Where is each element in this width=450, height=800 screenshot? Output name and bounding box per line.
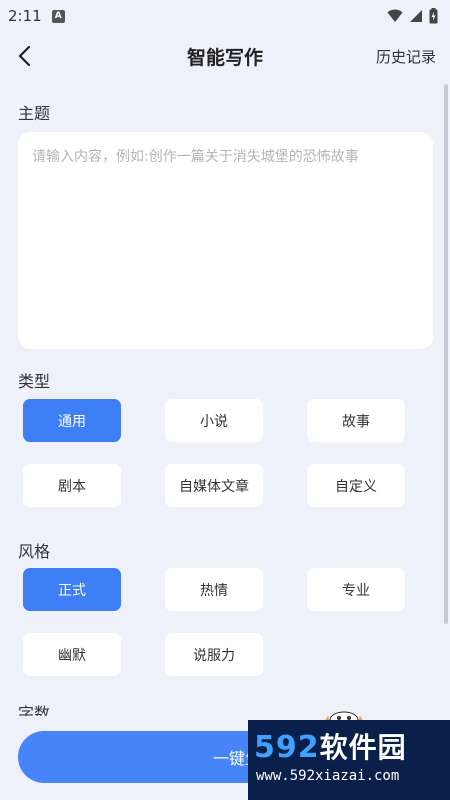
type-option-novel[interactable]: 小说: [165, 399, 263, 442]
style-option-professional[interactable]: 专业: [307, 568, 405, 611]
watermark-text: 软件园: [319, 731, 407, 764]
wifi-icon: [387, 9, 403, 22]
status-time: 2:11: [8, 7, 42, 25]
type-option-custom[interactable]: 自定义: [307, 464, 405, 507]
type-label: 类型: [18, 372, 51, 391]
type-option-general[interactable]: 通用: [23, 399, 121, 442]
page-title: 智能写作: [186, 46, 263, 69]
topic-label: 主题: [18, 104, 51, 123]
watermark-url: www.592xiazai.com: [256, 768, 400, 784]
battery-icon: [429, 8, 438, 24]
type-option-story[interactable]: 故事: [307, 399, 405, 442]
chevron-left-icon: [18, 45, 31, 67]
history-link[interactable]: 历史记录: [376, 46, 436, 67]
style-option-passionate[interactable]: 热情: [165, 568, 263, 611]
signal-icon: [410, 10, 422, 22]
topic-input[interactable]: [18, 132, 433, 349]
watermark-logo: 592软件园 www.592xiazai.com: [248, 720, 450, 800]
word-count-label: 字数: [18, 704, 51, 716]
status-icons: [387, 8, 438, 24]
style-option-persuasive[interactable]: 说服力: [165, 633, 263, 676]
type-option-script[interactable]: 剧本: [23, 464, 121, 507]
style-option-formal[interactable]: 正式: [23, 568, 121, 611]
notification-badge-icon: A: [51, 9, 65, 23]
style-label: 风格: [18, 542, 51, 561]
back-button[interactable]: [10, 42, 38, 70]
style-option-humorous[interactable]: 幽默: [23, 633, 121, 676]
scrollbar[interactable]: [444, 84, 448, 624]
status-bar: 2:11 A: [0, 0, 450, 32]
watermark-number: 592: [254, 730, 320, 765]
type-option-media-article[interactable]: 自媒体文章: [165, 464, 263, 507]
app-bar: 智能写作 历史记录: [0, 32, 450, 80]
